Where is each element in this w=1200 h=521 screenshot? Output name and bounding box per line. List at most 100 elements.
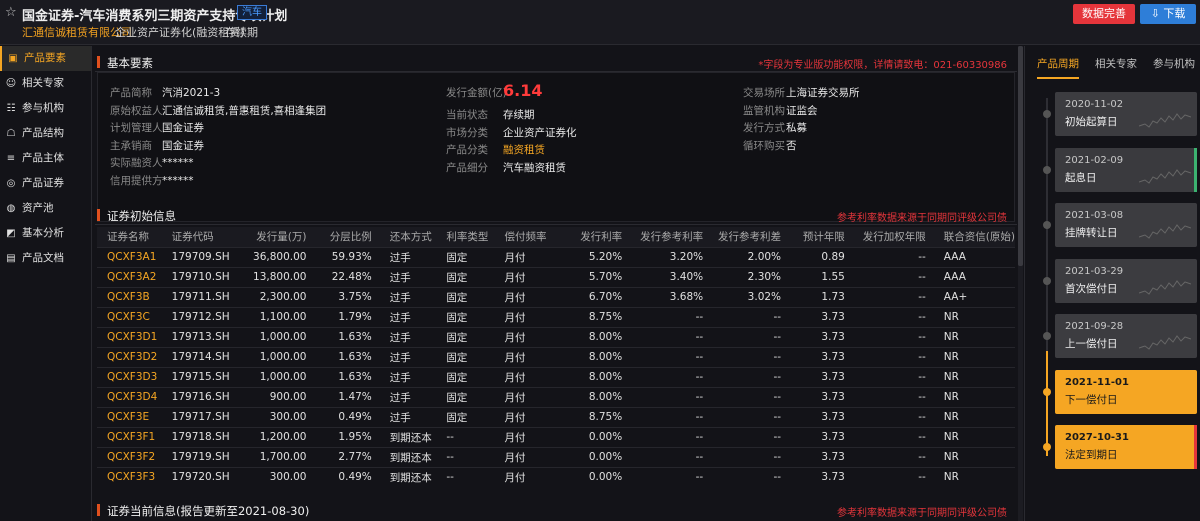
table-cell: -- xyxy=(711,446,790,467)
security-name-link[interactable]: QCXF3D4 xyxy=(97,386,162,407)
table-cell: -- xyxy=(711,346,790,367)
section-title: 证券初始信息 xyxy=(107,209,176,223)
category-tag[interactable]: 汽车 xyxy=(237,5,267,20)
security-name-link[interactable]: QCXF3F2 xyxy=(97,446,162,467)
timeline-edge xyxy=(1194,425,1197,469)
scrollbar[interactable] xyxy=(1018,46,1023,521)
table-cell: -- xyxy=(711,406,790,427)
download-button[interactable]: ⇩ 下载 xyxy=(1140,4,1196,24)
tab-product-cycle[interactable]: 产品周期 xyxy=(1037,56,1079,79)
table-cell: -- xyxy=(852,246,934,267)
timeline-dot xyxy=(1043,221,1051,229)
security-name-link[interactable]: QCXF3D2 xyxy=(97,346,162,367)
table-row[interactable]: QCXF3E 179717.SH 300.00 0.49% 过手 固定 月付 8.75% -- -… xyxy=(97,406,1015,427)
basic-info-panel: 产品简称 汽消2021-3 原始权益人汇通信诚租赁,普惠租赁,喜相逢集团 计划管理人国… xyxy=(97,72,1015,222)
table-cell: 过手 xyxy=(379,346,437,367)
sidebar-item-2[interactable]: ☷ 参与机构 xyxy=(0,96,91,121)
security-name-link[interactable]: QCXF3F3 xyxy=(97,466,162,487)
doc-icon: ▤ xyxy=(6,253,16,264)
table-cell: 2.77% xyxy=(314,446,380,467)
tab-experts[interactable]: 相关专家 xyxy=(1095,56,1137,71)
sidebar-item-4[interactable]: ≡ 产品主体 xyxy=(0,146,91,171)
table-cell: -- xyxy=(711,466,790,487)
column-header[interactable]: 证券代码 xyxy=(161,227,238,247)
table-cell: 1.63% xyxy=(314,326,380,347)
sidebar-item-7[interactable]: ◩ 基本分析 xyxy=(0,221,91,246)
field-col2-0: 发行金额(亿)6.14 xyxy=(446,81,542,100)
timeline-card[interactable]: 2021-03-29 首次偿付日 xyxy=(1055,258,1197,303)
table-row[interactable]: QCXF3C 179712.SH 1,100.00 1.79% 过手 固定 月付 8.75% -… xyxy=(97,306,1015,327)
table-cell: 固定 xyxy=(436,266,495,287)
table-row[interactable]: QCXF3D4 179716.SH 900.00 1.47% 过手 固定 月付 8.00% --… xyxy=(97,386,1015,407)
column-header[interactable]: 利率类型 xyxy=(436,227,495,247)
table-row[interactable]: QCXF3F3 179720.SH 300.00 0.49% 到期还本 -- 月付 0.00%… xyxy=(97,466,1015,487)
sidebar-item-1[interactable]: ☺ 相关专家 xyxy=(0,71,91,96)
tab-institutions[interactable]: 参与机构 xyxy=(1153,56,1195,71)
sidebar-item-label: 参与机构 xyxy=(22,102,64,114)
table-row[interactable]: QCXF3A2 179710.SH 13,800.00 22.48% 过手 固定 月付 5.7… xyxy=(97,266,1015,287)
table-cell: 8.75% xyxy=(560,306,631,327)
column-header[interactable]: 还本方式 xyxy=(379,227,437,247)
table-cell: -- xyxy=(852,386,934,407)
sidebar-item-8[interactable]: ▤ 产品文档 xyxy=(0,246,91,271)
security-name-link[interactable]: QCXF3D1 xyxy=(97,326,162,347)
security-name-link[interactable]: QCXF3E xyxy=(97,406,162,427)
securities-section-header: 证券初始信息 参考利率数据来源于同期同评级公司债 xyxy=(95,205,1017,225)
timeline-card[interactable]: 2027-10-31 法定到期日 xyxy=(1055,425,1197,469)
column-header[interactable]: 发行加权年限 xyxy=(852,227,934,247)
table-cell: -- xyxy=(852,266,934,287)
column-header[interactable]: 发行参考利率 xyxy=(630,227,712,247)
table-row[interactable]: QCXF3D3 179715.SH 1,000.00 1.63% 过手 固定 月付 8.00%… xyxy=(97,366,1015,387)
table-row[interactable]: QCXF3D1 179713.SH 1,000.00 1.63% 过手 固定 月付 8.00%… xyxy=(97,326,1015,347)
sidebar-item-3[interactable]: ☖ 产品结构 xyxy=(0,121,91,146)
column-header[interactable]: 发行参考利差 xyxy=(711,227,790,247)
table-row[interactable]: QCXF3B 179711.SH 2,300.00 3.75% 过手 固定 月付 6.70% 3… xyxy=(97,286,1015,307)
security-name-link[interactable]: QCXF3D3 xyxy=(97,366,162,387)
sidebar-item-5[interactable]: ◎ 产品证券 xyxy=(0,171,91,196)
security-name-link[interactable]: QCXF3B xyxy=(97,286,162,307)
timeline-card[interactable]: 2021-03-08 挂牌转让日 xyxy=(1055,203,1197,247)
table-cell: 月付 xyxy=(494,386,561,407)
security-name-link[interactable]: QCXF3A2 xyxy=(97,266,162,287)
column-header[interactable]: 分层比例 xyxy=(314,227,380,247)
table-row[interactable]: QCXF3F2 179719.SH 1,700.00 2.77% 到期还本 -- 月付 0.0… xyxy=(97,446,1015,467)
security-name-link[interactable]: QCXF3A1 xyxy=(97,246,162,267)
timeline-card[interactable]: 2021-11-01 下一偿付日 xyxy=(1055,369,1197,414)
download-icon: ⇩ xyxy=(1150,7,1164,20)
table-row[interactable]: QCXF3F1 179718.SH 1,200.00 1.95% 到期还本 -- 月付 0.0… xyxy=(97,426,1015,447)
timeline-card[interactable]: 2021-02-09 起息日 xyxy=(1055,147,1197,192)
timeline-date: 2021-03-29 xyxy=(1065,265,1124,277)
timeline-card[interactable]: 2021-09-28 上一偿付日 xyxy=(1055,314,1197,358)
structure-icon: ☖ xyxy=(6,128,16,139)
data-complete-button[interactable]: 数据完善 xyxy=(1073,4,1135,24)
timeline-label: 起息日 xyxy=(1065,171,1097,184)
table-cell: -- xyxy=(852,406,934,427)
scrollbar-thumb[interactable] xyxy=(1018,46,1023,266)
sidebar-item-0[interactable]: ▣ 产品要素 xyxy=(0,46,91,71)
table-cell: 3.40% xyxy=(630,266,712,287)
column-header[interactable]: 联合资信(原始) xyxy=(933,227,1015,247)
column-header[interactable]: 发行利率 xyxy=(560,227,631,247)
table-row[interactable]: QCXF3D2 179714.SH 1,000.00 1.63% 过手 固定 月付 8.00%… xyxy=(97,346,1015,367)
table-cell: -- xyxy=(852,366,934,387)
security-name-link[interactable]: QCXF3C xyxy=(97,306,162,327)
table-cell: -- xyxy=(630,326,712,347)
sidebar-item-6[interactable]: ◍ 资产池 xyxy=(0,196,91,221)
timeline-dot xyxy=(1043,276,1051,285)
column-header[interactable]: 发行量(万) xyxy=(237,227,315,247)
security-name-link[interactable]: QCXF3F1 xyxy=(97,426,162,447)
column-header[interactable]: 预计年限 xyxy=(789,227,853,247)
table-cell: -- xyxy=(711,326,790,347)
field-label: 计划管理人 xyxy=(110,122,163,134)
column-header[interactable]: 偿付频率 xyxy=(494,227,561,247)
column-header[interactable]: 证券名称 xyxy=(97,227,162,247)
table-cell: 月付 xyxy=(494,346,561,367)
table-cell: 179714.SH xyxy=(161,346,238,367)
sparkline-icon xyxy=(1139,168,1191,184)
star-icon[interactable]: ☆ xyxy=(5,5,17,20)
timeline-card[interactable]: 2020-11-02 初始起算日 xyxy=(1055,92,1197,136)
table-cell: 3.73 xyxy=(789,386,853,407)
table-row[interactable]: QCXF3A1 179709.SH 36,800.00 59.93% 过手 固定 月付 5.2… xyxy=(97,246,1015,267)
field-col3-2: 发行方式私募 xyxy=(743,120,807,135)
table-cell: NR xyxy=(933,446,1015,467)
